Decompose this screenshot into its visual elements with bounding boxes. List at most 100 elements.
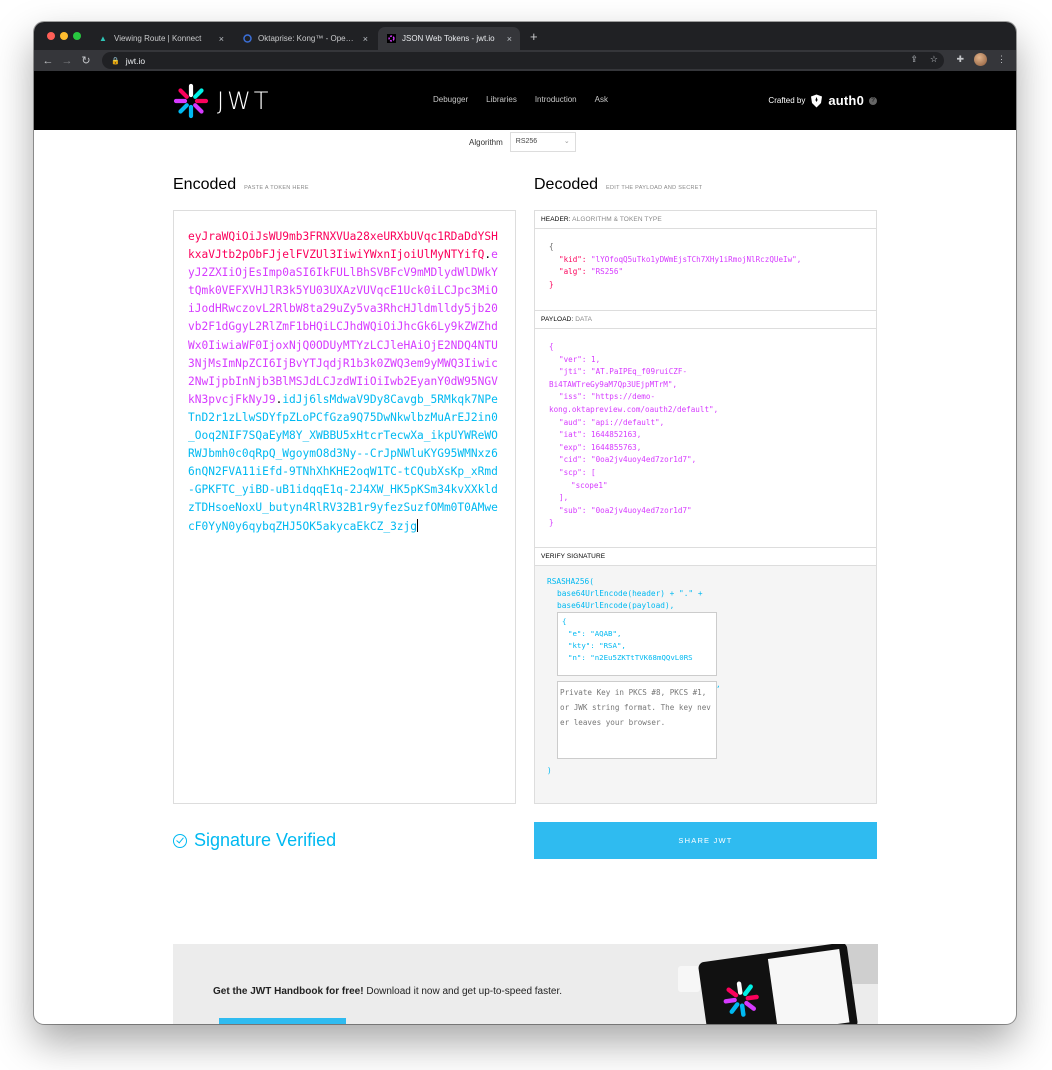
encoded-token-editor[interactable]: eyJraWQiOiJsWU9mb3FRNXVUa28xeURXbUVqc1RD… bbox=[173, 210, 516, 804]
header-label: HEADER: bbox=[541, 216, 571, 223]
share-jwt-button[interactable]: SHARE JWT bbox=[534, 822, 877, 859]
header-section-heading: HEADER: ALGORITHM & TOKEN TYPE bbox=[535, 211, 876, 229]
private-key-input[interactable]: Private Key in PKCS #8, PKCS #1, or JWK … bbox=[557, 681, 717, 759]
pubkey-brace: { bbox=[562, 617, 567, 626]
help-icon[interactable]: ? bbox=[869, 96, 877, 105]
chevron-down-icon: ⌄ bbox=[563, 138, 570, 145]
close-tab-icon[interactable]: × bbox=[502, 34, 512, 44]
json-key: "sub": bbox=[559, 505, 587, 515]
share-icon[interactable]: ⇪ bbox=[910, 54, 918, 65]
banner-bold-text: Get the JWT Handbook for free! bbox=[213, 986, 364, 997]
json-value: "AT.PaIPEq_f09ruiCZF- bbox=[591, 367, 688, 377]
json-line-kid: "kid": "lYOfoqQ5uTko1yDWmEjsTCh7XHy1iRmo… bbox=[549, 254, 862, 267]
pubkey-n: "n": "n2Eu5ZKTtTVK68mQQvL0RS bbox=[568, 653, 693, 662]
signature-status: Signature Verified bbox=[173, 830, 336, 851]
json-line: "sub": "0oa2jv4uoy4ed7zor1d7" bbox=[549, 505, 862, 518]
json-line: "scope1" bbox=[571, 480, 608, 490]
site-header: JWT Debugger Libraries Introduction Ask … bbox=[34, 71, 1016, 130]
tab-title: JSON Web Tokens - jwt.io bbox=[402, 34, 495, 43]
json-line: "jti": "AT.PaIPEq_f09ruiCZF- bbox=[549, 366, 862, 379]
lock-icon: 🔒 bbox=[111, 57, 120, 65]
forward-arrow-icon[interactable]: → bbox=[59, 55, 75, 67]
reload-icon[interactable]: ↻ bbox=[78, 54, 94, 67]
json-value: [ bbox=[591, 467, 596, 477]
zoom-window-button[interactable] bbox=[73, 32, 81, 40]
text-cursor bbox=[417, 518, 419, 532]
jwt-logo[interactable]: JWT bbox=[173, 83, 271, 119]
nav-libraries[interactable]: Libraries bbox=[486, 95, 517, 104]
json-line: "cid": "0oa2jv4uoy4ed7zor1d7", bbox=[549, 454, 862, 467]
tab-jwt-io[interactable]: JSON Web Tokens - jwt.io × bbox=[378, 27, 520, 50]
json-line-alg: "alg": "RS256" bbox=[549, 266, 862, 279]
address-bar[interactable]: 🔒 jwt.io bbox=[102, 52, 944, 69]
encoded-heading: Encoded PASTE A TOKEN HERE bbox=[173, 176, 309, 194]
json-key: "kid": bbox=[559, 254, 587, 264]
extensions-puzzle-icon[interactable]: ✚ bbox=[956, 54, 964, 65]
logo-wordmark: JWT bbox=[217, 87, 272, 115]
new-tab-button[interactable]: + bbox=[530, 30, 538, 43]
json-line: kong.oktapreview.com/oauth2/default", bbox=[549, 404, 719, 414]
menu-kebab-icon[interactable]: ⋮ bbox=[997, 54, 1006, 65]
json-value: "0oa2jv4uoy4ed7zor1d7", bbox=[591, 455, 697, 465]
minimize-window-button[interactable] bbox=[60, 32, 68, 40]
encoded-hint: PASTE A TOKEN HERE bbox=[244, 185, 309, 191]
jwt-burst-icon bbox=[723, 981, 759, 1017]
algorithm-dropdown[interactable]: RS256 ⌄ bbox=[509, 132, 576, 152]
auth0-brand-link[interactable]: auth0 bbox=[828, 93, 864, 108]
nav-ask[interactable]: Ask bbox=[595, 95, 608, 104]
desktop: ▲ Viewing Route | Konnect × Oktaprise: K… bbox=[0, 0, 1052, 1070]
bookmark-star-icon[interactable]: ☆ bbox=[930, 54, 938, 65]
url-text: jwt.io bbox=[125, 55, 146, 66]
json-line: Bi4TAWTreGy9aM7Qp3UEjpMTrM", bbox=[549, 379, 678, 389]
verify-section-heading: VERIFY SIGNATURE bbox=[535, 548, 876, 566]
algorithm-selector: Algorithm RS256 ⌄ bbox=[469, 132, 576, 152]
tablet-image bbox=[697, 944, 859, 1024]
algorithm-label: Algorithm bbox=[469, 137, 503, 147]
json-line: "exp": 1644855763, bbox=[549, 442, 862, 455]
nav-introduction[interactable]: Introduction bbox=[535, 95, 577, 104]
verify-signature-panel: RSASHA256( base64UrlEncode(header) + "."… bbox=[535, 566, 876, 803]
profile-avatar[interactable] bbox=[974, 53, 987, 66]
header-json-editor[interactable]: { "kid": "lYOfoqQ5uTko1yDWmEjsTCh7XHy1iR… bbox=[535, 229, 876, 311]
json-brace: { bbox=[549, 342, 554, 351]
handbook-banner: Get the JWT Handbook for free! Download … bbox=[173, 944, 878, 1024]
tab-strip: ▲ Viewing Route | Konnect × Oktaprise: K… bbox=[34, 22, 1016, 50]
auth0-shield-icon bbox=[811, 94, 823, 107]
omnibox-actions: ⇪ ☆ bbox=[910, 54, 938, 65]
json-key: "iss": bbox=[559, 392, 587, 402]
payload-json-editor[interactable]: { "ver": 1, "jti": "AT.PaIPEq_f09ruiCZF-… bbox=[535, 329, 876, 548]
download-handbook-button[interactable] bbox=[219, 1018, 346, 1024]
token-header-part: eyJraWQiOiJsWU9mb3FRNXVUa28xeURXbUVqc1RD… bbox=[188, 230, 498, 262]
verify-line-header: base64UrlEncode(header) + "." + bbox=[557, 589, 703, 598]
close-tab-icon[interactable]: × bbox=[358, 34, 368, 44]
json-key: "iat": bbox=[559, 430, 587, 440]
pubkey-e: "e": "AQAB", bbox=[568, 629, 622, 638]
verify-label: VERIFY SIGNATURE bbox=[541, 553, 606, 560]
verify-line-payload: base64UrlEncode(payload), bbox=[557, 601, 675, 610]
public-key-input[interactable]: { "e": "AQAB", "kty": "RSA", "n": "n2Eu5… bbox=[557, 612, 717, 676]
tab-konnect[interactable]: ▲ Viewing Route | Konnect × bbox=[90, 27, 232, 50]
json-key: "alg": bbox=[559, 267, 587, 277]
json-value: "RS256" bbox=[591, 267, 624, 277]
json-line: "iat": 1644852163, bbox=[549, 429, 862, 442]
back-arrow-icon[interactable]: ← bbox=[40, 55, 56, 67]
check-circle-icon bbox=[173, 833, 187, 848]
jwt-favicon-icon bbox=[386, 34, 396, 44]
verify-fn: RSASHA256( bbox=[547, 577, 594, 586]
payload-label: PAYLOAD: bbox=[541, 316, 574, 323]
encoded-title: Encoded bbox=[173, 176, 237, 193]
banner-text: Get the JWT Handbook for free! Download … bbox=[213, 986, 562, 997]
close-tab-icon[interactable]: × bbox=[214, 34, 224, 44]
browser-window: ▲ Viewing Route | Konnect × Oktaprise: K… bbox=[34, 22, 1016, 1024]
tab-title: Viewing Route | Konnect bbox=[114, 34, 202, 43]
json-key: "exp": bbox=[559, 442, 587, 452]
jwt-burst-icon bbox=[173, 83, 209, 119]
banner-body-text: Download it now and get up-to-speed fast… bbox=[363, 986, 563, 997]
nav-debugger[interactable]: Debugger bbox=[433, 95, 468, 104]
json-key: "aud": bbox=[559, 417, 587, 427]
json-value: "lYOfoqQ5uTko1yDWmEjsTCh7XHy1iRmojNlRczQ… bbox=[591, 254, 802, 264]
json-brace: { bbox=[549, 242, 554, 251]
okta-icon bbox=[242, 34, 252, 44]
close-window-button[interactable] bbox=[47, 32, 55, 40]
tab-oktaprise[interactable]: Oktaprise: Kong™ - OpenID Co × bbox=[234, 27, 376, 50]
